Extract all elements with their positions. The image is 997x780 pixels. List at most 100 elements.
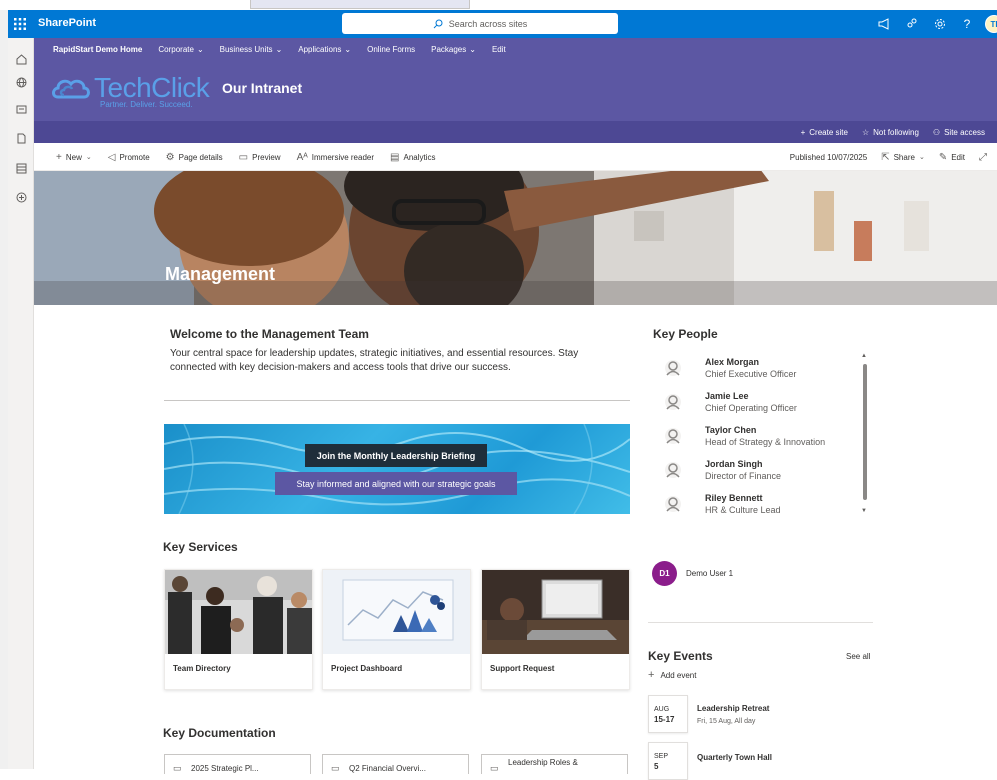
browser-strip	[0, 0, 997, 10]
globe-icon[interactable]	[13, 74, 29, 90]
hub-nav-online-forms[interactable]: Online Forms	[367, 45, 415, 54]
help-icon[interactable]: ?	[959, 16, 975, 32]
document-icon[interactable]	[13, 130, 29, 146]
doc-card-strategic-plan[interactable]: ▭ 2025 Strategic Pl...	[164, 754, 311, 774]
section-divider	[164, 400, 630, 401]
event-datetime: Fri, 15 Aug, All day	[697, 718, 756, 725]
doc-card-financial-overview[interactable]: ▭ Q2 Financial Overvi...	[322, 754, 469, 774]
site-logo[interactable]: TechClick Partner. Deliver. Succeed.	[50, 69, 225, 113]
user-avatar[interactable]: D1	[652, 561, 677, 586]
app-launcher-icon[interactable]	[8, 10, 32, 38]
event-title-link[interactable]: Leadership Retreat	[697, 704, 769, 713]
hub-nav-label: Business Units	[219, 44, 273, 54]
person-title: HR & Culture Lead	[705, 505, 781, 515]
add-event-button[interactable]: + Add event	[648, 669, 696, 681]
hub-nav-home[interactable]: RapidStart Demo Home	[53, 45, 142, 54]
service-card-team-directory[interactable]: Team Directory	[164, 569, 313, 690]
suite-bar: SharePoint Search across sites ? TI	[0, 10, 997, 38]
hub-nav-edit[interactable]: Edit	[492, 45, 506, 54]
key-events-heading: Key Events	[648, 649, 713, 663]
doc-card-leadership-roles[interactable]: ▭ Leadership Roles &	[481, 754, 628, 774]
search-input[interactable]: Search across sites	[342, 13, 618, 34]
person-card[interactable]: Jordan Singh Director of Finance	[660, 457, 860, 487]
scroll-down-arrow-icon[interactable]: ▼	[861, 508, 867, 514]
preview-icon: ▭	[238, 151, 249, 163]
people-icon: ⚇	[932, 127, 941, 137]
page-details-button[interactable]: ⚙ Page details	[166, 152, 223, 163]
analytics-button[interactable]: ▤ Analytics	[390, 152, 435, 163]
person-avatar-icon	[665, 496, 681, 512]
person-card[interactable]: Jamie Lee Chief Operating Officer	[660, 389, 860, 419]
people-share-icon[interactable]	[904, 16, 920, 32]
star-icon: ☆	[861, 127, 870, 137]
hub-nav-packages[interactable]: Packages ⌄	[431, 45, 476, 54]
service-card-support-request[interactable]: Support Request	[481, 569, 630, 690]
hub-nav-label: Corporate	[158, 44, 194, 54]
banner-title: Join the Monthly Leadership Briefing	[305, 444, 487, 467]
scroll-up-arrow-icon[interactable]: ▲	[861, 353, 867, 359]
promote-button[interactable]: ◁ Promote	[108, 152, 150, 163]
pencil-icon: ✎	[938, 151, 948, 163]
key-documentation-heading: Key Documentation	[163, 726, 276, 740]
site-access-button[interactable]: ⚇ Site access	[933, 128, 985, 137]
site-header: RapidStart Demo Home Corporate ⌄ Business…	[34, 38, 997, 143]
hub-nav-corporate[interactable]: Corporate ⌄	[158, 45, 203, 54]
add-circle-icon[interactable]	[13, 189, 29, 205]
see-all-link[interactable]: See all	[846, 652, 870, 661]
hero-banner: Management	[34, 171, 997, 305]
banner-subtitle: Stay informed and aligned with our strat…	[275, 472, 517, 495]
event-title-link[interactable]: Quarterly Town Hall	[697, 753, 772, 762]
people-scrollbar[interactable]	[863, 364, 867, 500]
share-button[interactable]: ⇱ Share ⌄	[881, 152, 925, 163]
person-title: Head of Strategy & Innovation	[705, 437, 826, 447]
event-date-badge: AUG 15-17	[648, 695, 688, 733]
welcome-text: Your central space for leadership update…	[170, 348, 579, 373]
lists-icon[interactable]	[13, 160, 29, 176]
hub-nav-label: Edit	[491, 44, 506, 54]
news-icon[interactable]	[13, 101, 29, 117]
person-card[interactable]: Alex Morgan Chief Executive Officer	[660, 355, 860, 385]
follow-button[interactable]: ☆ Not following	[862, 128, 919, 137]
site-title[interactable]: Our Intranet	[222, 80, 302, 96]
browser-tab[interactable]	[250, 0, 470, 9]
welcome-heading: Welcome to the Management Team	[170, 327, 369, 341]
edit-label: Edit	[951, 152, 965, 162]
service-card-label: Support Request	[490, 664, 555, 673]
service-card-project-dashboard[interactable]: Project Dashboard	[322, 569, 471, 690]
hub-nav-business-units[interactable]: Business Units ⌄	[220, 45, 283, 54]
key-people-heading: Key People	[653, 327, 718, 341]
gear-icon[interactable]	[932, 16, 948, 32]
sharepoint-brand-link[interactable]: SharePoint	[38, 17, 96, 29]
published-status: Published 10/07/2025	[790, 153, 867, 162]
key-services-heading: Key Services	[163, 540, 238, 554]
account-avatar[interactable]: TI	[985, 15, 997, 33]
hub-nav-applications[interactable]: Applications ⌄	[298, 45, 351, 54]
hub-nav-label: Applications	[298, 44, 342, 54]
chevron-down-icon: ⌄	[918, 154, 925, 161]
create-site-label: Create site	[809, 127, 848, 137]
megaphone-icon[interactable]	[876, 16, 892, 32]
plus-icon: +	[800, 127, 806, 137]
search-placeholder: Search across sites	[448, 18, 528, 29]
person-title: Chief Executive Officer	[705, 369, 797, 379]
preview-button[interactable]: ▭ Preview	[239, 152, 281, 163]
person-avatar-icon	[665, 394, 681, 410]
water-background-image	[164, 424, 630, 514]
project-dashboard-image	[323, 570, 470, 654]
event-day: 5	[654, 762, 659, 771]
hub-nav-label: Packages	[431, 44, 467, 54]
leadership-briefing-banner[interactable]: Join the Monthly Leadership Briefing Sta…	[164, 424, 630, 514]
create-site-button[interactable]: + Create site	[801, 128, 848, 137]
home-icon[interactable]	[13, 51, 29, 67]
person-card[interactable]: Taylor Chen Head of Strategy & Innovatio…	[660, 423, 860, 453]
expand-icon[interactable]: ⤢	[979, 152, 987, 163]
chevron-down-icon: ⌄	[85, 154, 92, 161]
user-name[interactable]: Demo User 1	[686, 569, 733, 578]
new-button[interactable]: + New ⌄	[56, 152, 92, 163]
edit-button[interactable]: ✎ Edit	[939, 152, 965, 163]
person-card[interactable]: Riley Bennett HR & Culture Lead	[660, 491, 860, 521]
immersive-reader-button[interactable]: Aᴬ Immersive reader	[297, 152, 374, 163]
immersive-reader-icon: Aᴬ	[296, 151, 308, 163]
chevron-down-icon: ⌄	[275, 44, 283, 54]
person-name: Taylor Chen	[705, 425, 757, 435]
